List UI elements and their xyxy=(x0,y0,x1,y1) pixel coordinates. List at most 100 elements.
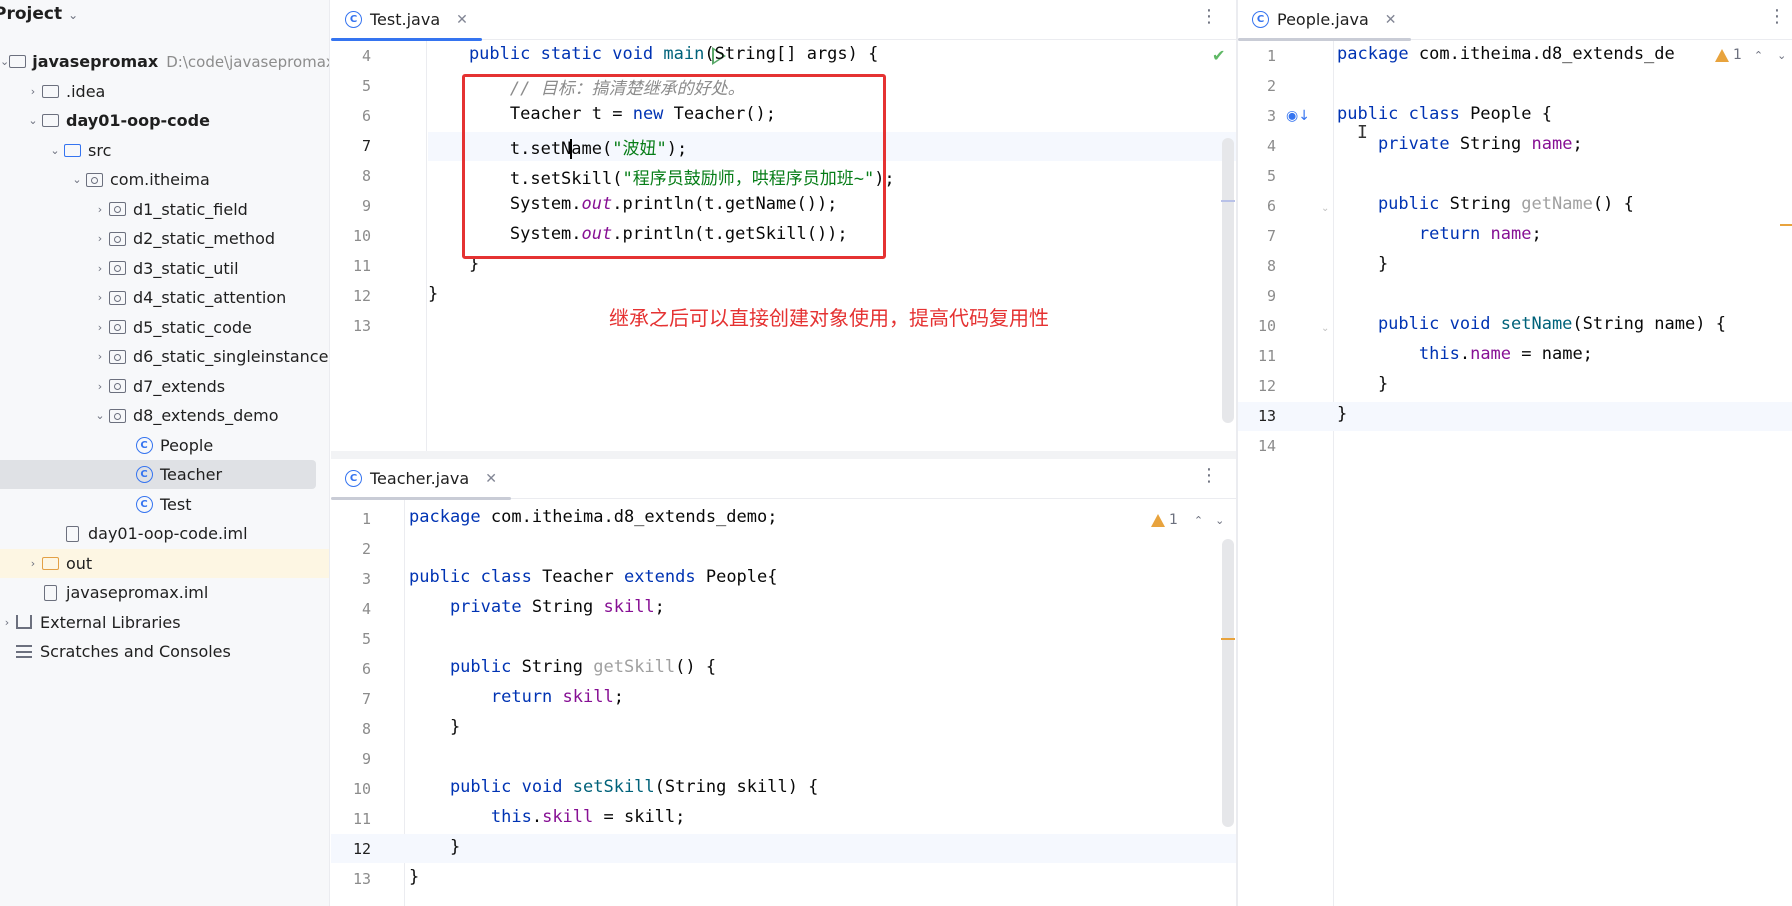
chevron-right-icon[interactable]: › xyxy=(0,616,14,629)
tree-item[interactable]: Scratches and Consoles xyxy=(0,637,329,666)
chevron-right-icon[interactable]: › xyxy=(93,232,107,245)
tree-item[interactable]: › d5_static_code xyxy=(0,313,329,342)
fold-icon[interactable]: ⌄ xyxy=(1321,323,1329,334)
line-number[interactable]: 7 xyxy=(331,137,371,155)
project-title[interactable]: Project ⌄ xyxy=(0,4,78,24)
chevron-down-icon[interactable]: ⌄ xyxy=(93,409,107,422)
splitter[interactable] xyxy=(1236,0,1238,906)
tree-item[interactable]: › d4_static_attention xyxy=(0,283,329,312)
code-line-12[interactable]: } xyxy=(1337,374,1388,394)
line-number[interactable]: 4 xyxy=(1238,137,1276,155)
implemented-icon[interactable]: ◉↓ xyxy=(1286,108,1310,124)
line-number[interactable]: 13 xyxy=(331,870,371,888)
line-number[interactable]: 8 xyxy=(1238,257,1276,275)
line-number[interactable]: 13 xyxy=(1238,407,1276,425)
line-number[interactable]: 3 xyxy=(1238,107,1276,125)
fold-icon[interactable]: ⌄ xyxy=(1321,203,1329,214)
code-line-1[interactable]: package com.itheima.d8_extends_demo; xyxy=(409,507,777,527)
tab-test-java[interactable]: C Test.java ✕ xyxy=(331,0,482,41)
line-number[interactable]: 1 xyxy=(1238,47,1276,65)
chevron-right-icon[interactable]: › xyxy=(93,380,107,393)
chevron-right-icon[interactable]: › xyxy=(93,350,107,363)
tree-item[interactable]: › d2_static_method xyxy=(0,224,329,253)
close-icon[interactable]: ✕ xyxy=(1385,12,1397,28)
line-number[interactable]: 10 xyxy=(1238,317,1276,335)
editor-test-java[interactable]: C Test.java ✕ ⋮ 4 5 6 7 8 9 10 11 12 13 ✔ public … xyxy=(331,0,1236,451)
chevron-down-icon[interactable]: ⌄ xyxy=(0,55,9,68)
line-number[interactable]: 9 xyxy=(331,197,371,215)
line-number[interactable]: 14 xyxy=(1238,437,1276,455)
code-line-8[interactable]: } xyxy=(1337,254,1388,274)
chevron-down-icon[interactable]: ⌄ xyxy=(26,114,40,127)
line-number[interactable]: 5 xyxy=(331,77,371,95)
line-number[interactable]: 3 xyxy=(331,570,371,588)
code-line-4[interactable]: private String name; xyxy=(1337,134,1583,154)
tree-item[interactable]: ⌄ javasepromax D:\code\javasepromax xyxy=(0,47,329,76)
code-line-6[interactable]: public String getSkill() { xyxy=(409,657,716,677)
tree-item[interactable]: ⌄ day01-oop-code xyxy=(0,106,329,135)
editor-teacher-java[interactable]: C Teacher.java ✕ ⋮ 1 2 3 4 5 6 7 8 9 10 11 12 13 1 ⌃⌄… xyxy=(331,459,1236,906)
chevron-down-icon[interactable]: ⌄ xyxy=(68,8,78,22)
line-number[interactable]: 11 xyxy=(331,257,371,275)
more-options-icon[interactable]: ⋮ xyxy=(1768,8,1786,26)
inspection-widget[interactable]: 1 ⌃⌄ xyxy=(1711,47,1792,63)
line-number[interactable]: 7 xyxy=(331,690,371,708)
code-line-3[interactable]: public class Teacher extends People{ xyxy=(409,567,778,587)
line-number[interactable]: 5 xyxy=(331,630,371,648)
tab-teacher-java[interactable]: C Teacher.java ✕ xyxy=(331,459,511,500)
line-number[interactable]: 12 xyxy=(331,840,371,858)
code-line-11[interactable]: this.name = name; xyxy=(1337,344,1593,364)
tree-item[interactable]: C Test xyxy=(0,490,329,519)
code-line-3[interactable]: public class People { xyxy=(1337,104,1552,124)
tree-item[interactable]: day01-oop-code.iml xyxy=(0,519,329,548)
chevron-right-icon[interactable]: › xyxy=(93,291,107,304)
code-line-13[interactable]: } xyxy=(1337,404,1347,424)
chevron-down-icon[interactable]: ⌄ xyxy=(48,144,62,157)
tree-item[interactable]: › d6_static_singleinstance xyxy=(0,342,329,371)
line-number[interactable]: 8 xyxy=(331,720,371,738)
chevron-right-icon[interactable]: › xyxy=(26,557,40,570)
chevron-right-icon[interactable]: › xyxy=(93,203,107,216)
chevron-right-icon[interactable]: › xyxy=(93,262,107,275)
tree-item[interactable]: C People xyxy=(0,431,329,460)
line-number[interactable]: 11 xyxy=(331,810,371,828)
code-line-4[interactable]: public static void main(String[] args) { xyxy=(428,44,878,64)
line-number[interactable]: 1 xyxy=(331,510,371,528)
tree-item[interactable]: C Teacher xyxy=(0,460,316,489)
tree-item[interactable]: › External Libraries xyxy=(0,608,329,637)
line-number[interactable]: 6 xyxy=(331,107,371,125)
close-icon[interactable]: ✕ xyxy=(485,471,497,487)
tree-item[interactable]: › d3_static_util xyxy=(0,254,329,283)
line-number[interactable]: 6 xyxy=(331,660,371,678)
line-number[interactable]: 2 xyxy=(1238,77,1276,95)
tree-item[interactable]: ⌄ com.itheima xyxy=(0,165,329,194)
tree-item[interactable]: › d7_extends xyxy=(0,372,329,401)
line-number[interactable]: 13 xyxy=(331,317,371,335)
code-line-6[interactable]: public String getName() { xyxy=(1337,194,1634,214)
code-line-8[interactable]: } xyxy=(409,717,460,737)
line-number[interactable]: 8 xyxy=(331,167,371,185)
tree-item[interactable]: › d1_static_field xyxy=(0,195,329,224)
code-line-13[interactable]: } xyxy=(409,867,419,887)
editor-people-java[interactable]: C People.java ✕ ⋮ 1 2 3 4 5 6 7 8 9 10 11 12 13 14 ◉↓… xyxy=(1238,0,1792,906)
line-number[interactable]: 5 xyxy=(1238,167,1276,185)
code-line-11[interactable]: this.skill = skill; xyxy=(409,807,686,827)
code-line-12[interactable]: } xyxy=(428,284,438,304)
chevron-right-icon[interactable]: › xyxy=(26,85,40,98)
line-number[interactable]: 4 xyxy=(331,600,371,618)
vertical-scrollbar[interactable] xyxy=(1222,138,1234,423)
splitter[interactable] xyxy=(331,451,1236,459)
close-icon[interactable]: ✕ xyxy=(456,12,468,28)
more-options-icon[interactable]: ⋮ xyxy=(1200,467,1218,485)
nav-arrows-icon[interactable]: ⌃⌄ xyxy=(1194,514,1236,527)
code-line-1[interactable]: package com.itheima.d8_extends_de xyxy=(1337,44,1675,64)
line-number[interactable]: 11 xyxy=(1238,347,1276,365)
tree-item[interactable]: › .idea xyxy=(0,77,329,106)
line-number[interactable]: 12 xyxy=(1238,377,1276,395)
more-options-icon[interactable]: ⋮ xyxy=(1200,8,1218,26)
tree-item[interactable]: ⌄ d8_extends_demo xyxy=(0,401,329,430)
code-line-7[interactable]: return skill; xyxy=(409,687,624,707)
line-number[interactable]: 2 xyxy=(331,540,371,558)
code-line-4[interactable]: private String skill; xyxy=(409,597,665,617)
chevron-right-icon[interactable]: › xyxy=(93,321,107,334)
